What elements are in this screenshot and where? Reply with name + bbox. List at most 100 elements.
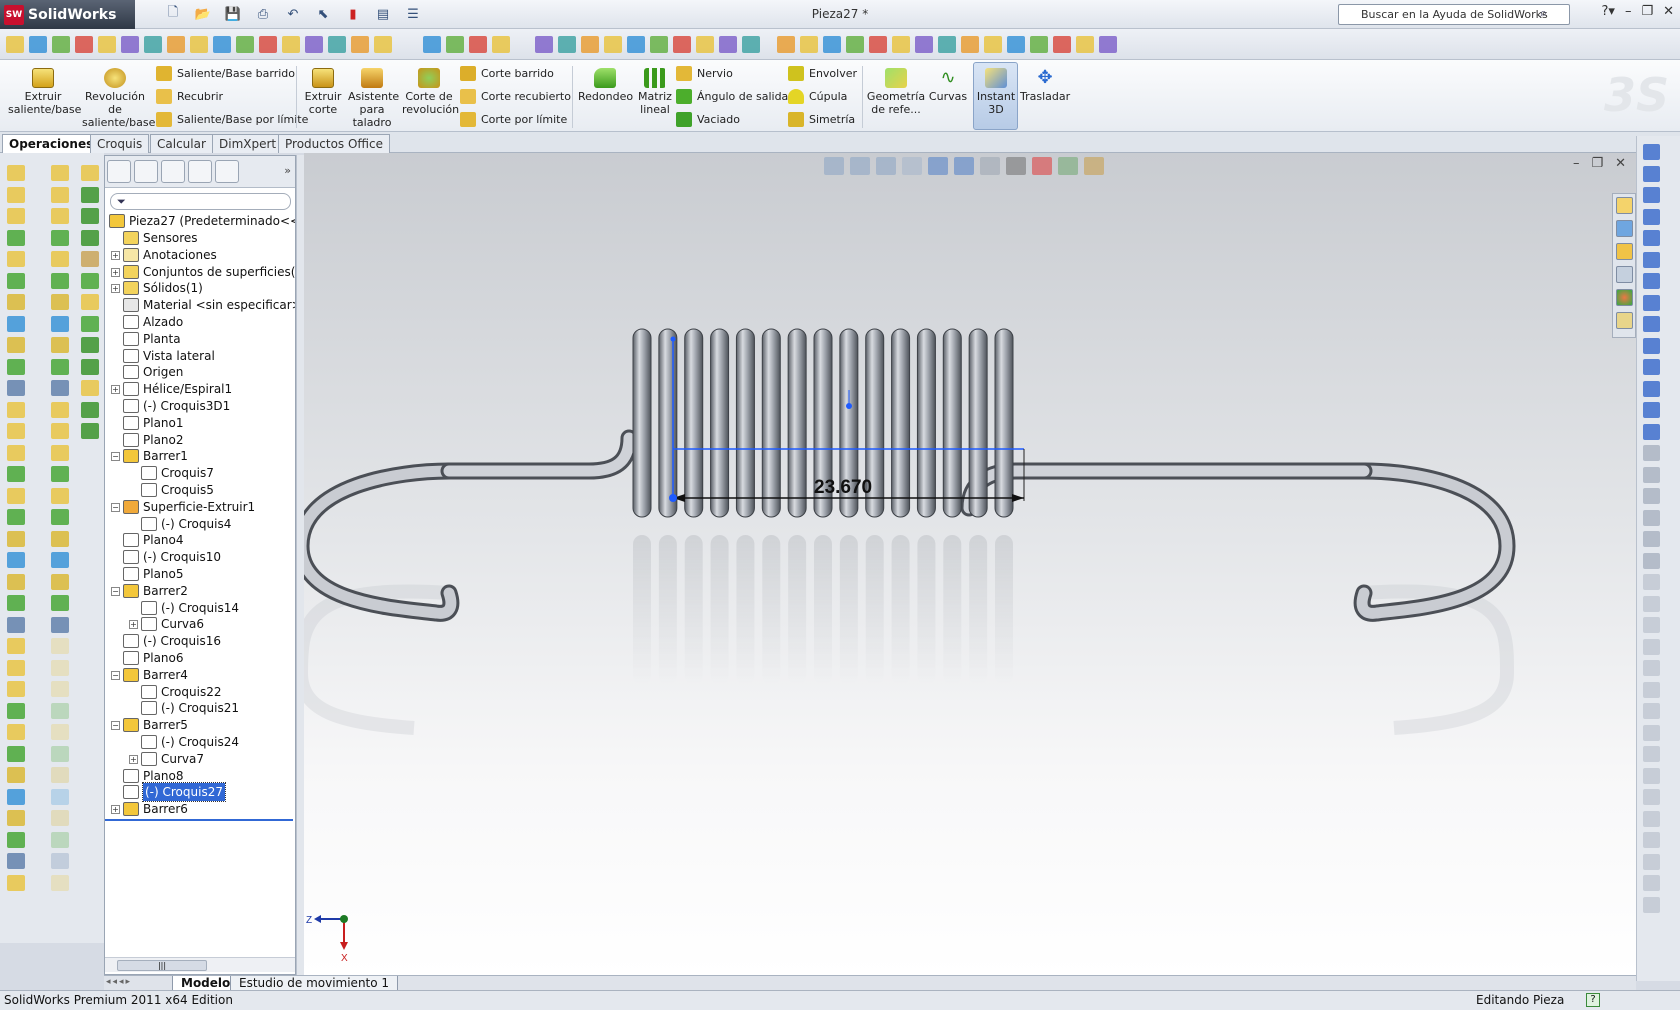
tree-item[interactable]: Superficie-Extruir1 bbox=[123, 498, 255, 516]
rib-button[interactable]: Nervio bbox=[676, 66, 733, 81]
view-tool-icon[interactable] bbox=[1006, 157, 1026, 175]
tree-item[interactable]: Vista lateral bbox=[123, 347, 215, 365]
view-tool-icon[interactable] bbox=[902, 157, 922, 175]
feature-tool-icon[interactable] bbox=[51, 208, 69, 224]
tree-item[interactable]: (-) Croquis27 bbox=[123, 782, 226, 803]
panel-splitter[interactable] bbox=[296, 155, 304, 975]
toolbar-tool-icon[interactable] bbox=[1076, 36, 1094, 53]
view-tool-icon[interactable] bbox=[1058, 157, 1078, 175]
toolbar-tool-icon[interactable] bbox=[305, 36, 323, 53]
instant3d-label-group[interactable]: Instant 3D bbox=[974, 64, 1018, 116]
tree-expander[interactable]: − bbox=[111, 721, 120, 731]
feature-tool-icon[interactable] bbox=[51, 681, 69, 697]
wrap-button[interactable]: Envolver bbox=[788, 66, 857, 81]
toolbar-tool-icon[interactable] bbox=[190, 36, 208, 53]
sketch-tool-icon[interactable] bbox=[1643, 509, 1660, 526]
toolbar-tool-icon[interactable] bbox=[846, 36, 864, 53]
sketch-tool-icon[interactable] bbox=[1643, 875, 1660, 891]
sketch-tool-icon[interactable] bbox=[1643, 316, 1660, 332]
feature-tool-icon[interactable] bbox=[81, 272, 99, 289]
graphics-area[interactable]: – ❐ ✕ 23.670 Z X bbox=[304, 153, 1636, 975]
sketch-tool-icon[interactable] bbox=[1643, 208, 1660, 225]
feature-tool-icon[interactable] bbox=[7, 853, 25, 869]
tab-scroll-arrows[interactable]: ◂◂◂▸ bbox=[106, 977, 132, 987]
feature-tool-icon[interactable] bbox=[51, 272, 69, 289]
toolbar-tool-icon[interactable] bbox=[938, 36, 956, 53]
feature-tool-icon[interactable] bbox=[51, 831, 69, 848]
tree-expander[interactable]: + bbox=[129, 620, 138, 630]
tree-item[interactable]: Sensores bbox=[123, 229, 198, 247]
shell-button[interactable]: Vaciado bbox=[676, 112, 740, 127]
feature-tool-icon[interactable] bbox=[51, 315, 69, 332]
feature-tool-icon[interactable] bbox=[7, 767, 25, 783]
coil-turn[interactable] bbox=[761, 328, 781, 518]
toolbar-tool-icon[interactable] bbox=[374, 36, 392, 53]
tree-item[interactable]: Curva6 bbox=[141, 615, 204, 633]
feature-tool-icon[interactable] bbox=[7, 380, 25, 396]
coil-turn[interactable] bbox=[710, 328, 730, 518]
toolbar-tool-icon[interactable] bbox=[1030, 36, 1048, 53]
scrollbar-thumb[interactable]: ||| bbox=[117, 960, 207, 971]
toolbar-tool-icon[interactable] bbox=[777, 36, 795, 53]
view-tool-icon[interactable] bbox=[1032, 157, 1052, 175]
toolbar-tool-icon[interactable] bbox=[423, 36, 441, 53]
display-manager-tab-icon[interactable] bbox=[215, 160, 239, 183]
feature-tool-icon[interactable] bbox=[51, 573, 69, 590]
feature-tool-icon[interactable] bbox=[51, 294, 69, 310]
feature-tool-icon[interactable] bbox=[51, 767, 69, 783]
feature-tool-icon[interactable] bbox=[81, 251, 99, 267]
tree-item[interactable]: (-) Croquis14 bbox=[141, 599, 239, 617]
sketch-tool-icon[interactable] bbox=[1643, 273, 1660, 289]
coil-turn[interactable] bbox=[942, 328, 962, 518]
tree-item[interactable]: Croquis5 bbox=[141, 481, 214, 499]
help-menu-icon[interactable]: ?▾ bbox=[1602, 4, 1615, 19]
feature-tool-icon[interactable] bbox=[51, 423, 69, 439]
tree-item[interactable]: Plano1 bbox=[123, 414, 184, 432]
toolbar-tool-icon[interactable] bbox=[1099, 36, 1117, 53]
tree-item[interactable]: Barrer4 bbox=[123, 666, 188, 684]
feature-tool-icon[interactable] bbox=[51, 401, 69, 418]
tab-croquis[interactable]: Croquis bbox=[90, 134, 150, 153]
feature-tool-icon[interactable] bbox=[7, 745, 25, 762]
coil-turn[interactable] bbox=[787, 328, 807, 518]
dimension-value[interactable]: 23.670 bbox=[814, 477, 872, 498]
sketch-tool-icon[interactable] bbox=[1643, 832, 1660, 848]
feature-tool-icon[interactable] bbox=[7, 401, 25, 418]
toolbar-tool-icon[interactable] bbox=[1007, 36, 1025, 53]
feature-tool-icon[interactable] bbox=[51, 616, 69, 633]
feature-tool-icon[interactable] bbox=[7, 466, 25, 482]
toolbar-tool-icon[interactable] bbox=[75, 36, 93, 53]
loft-boss-button[interactable]: Recubrir bbox=[156, 89, 223, 104]
tree-item[interactable]: Barrer6 bbox=[123, 800, 188, 818]
boundary-cut-button[interactable]: Corte por límite bbox=[460, 112, 567, 127]
feature-tool-icon[interactable] bbox=[51, 638, 69, 654]
boundary-boss-button[interactable]: Saliente/Base por límite bbox=[156, 112, 308, 127]
tree-item[interactable]: Croquis22 bbox=[141, 683, 221, 701]
feature-tree-tab-icon[interactable] bbox=[107, 160, 131, 183]
viewport-minimize-icon[interactable]: – bbox=[1573, 156, 1580, 171]
toolbar-tool-icon[interactable] bbox=[1053, 36, 1071, 53]
feature-tool-icon[interactable] bbox=[7, 681, 25, 697]
tree-item[interactable]: Barrer5 bbox=[123, 716, 188, 734]
toolbar-tool-icon[interactable] bbox=[961, 36, 979, 53]
property-manager-tab-icon[interactable] bbox=[134, 160, 158, 183]
coil-turn[interactable] bbox=[891, 328, 911, 518]
tree-expander[interactable]: − bbox=[111, 502, 120, 512]
feature-tool-icon[interactable] bbox=[51, 466, 69, 482]
feature-tool-icon[interactable] bbox=[7, 487, 25, 504]
feature-tool-icon[interactable] bbox=[51, 530, 69, 547]
view-tool-icon[interactable] bbox=[954, 157, 974, 175]
sketch-tool-icon[interactable] bbox=[1643, 380, 1660, 397]
feature-tool-icon[interactable] bbox=[7, 358, 25, 375]
sketch-tool-icon[interactable] bbox=[1643, 294, 1660, 311]
tree-expander[interactable]: + bbox=[111, 250, 120, 260]
feature-tool-icon[interactable] bbox=[51, 745, 69, 762]
tab-dimxpert[interactable]: DimXpert bbox=[212, 134, 284, 153]
view-tool-icon[interactable] bbox=[824, 157, 844, 175]
tree-item[interactable]: (-) Croquis4 bbox=[141, 515, 231, 533]
coil-turn[interactable] bbox=[994, 328, 1014, 518]
tree-item[interactable]: Plano5 bbox=[123, 565, 184, 583]
file-explorer-icon[interactable] bbox=[1616, 243, 1633, 260]
tree-expander[interactable]: + bbox=[111, 385, 120, 395]
feature-tool-icon[interactable] bbox=[51, 380, 69, 396]
